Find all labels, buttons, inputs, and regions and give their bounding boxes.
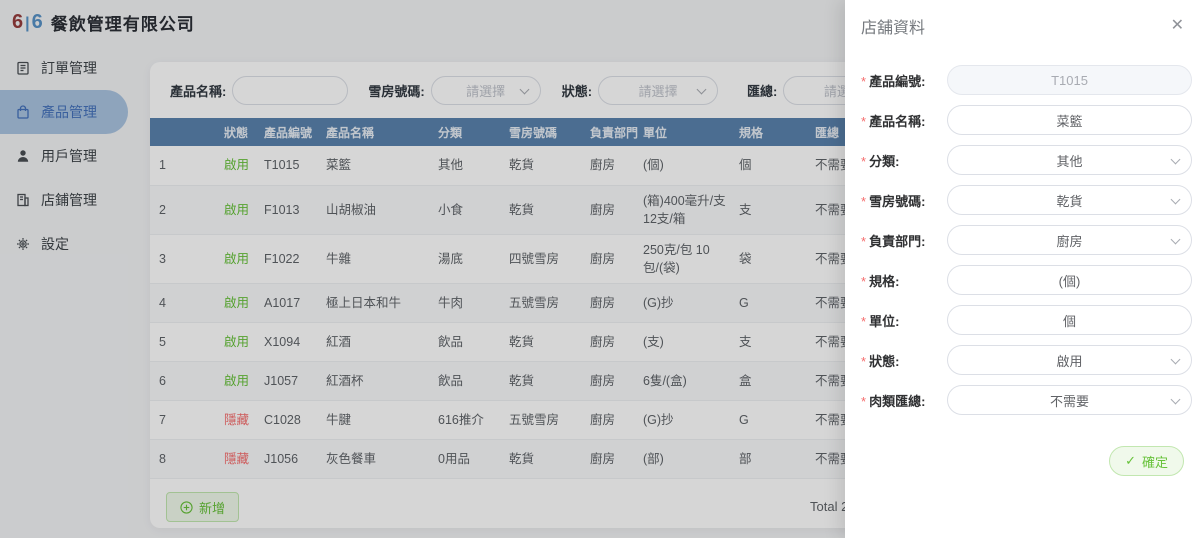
field-value: 個 bbox=[1063, 311, 1076, 330]
confirm-button[interactable]: ✓ 確定 bbox=[1109, 446, 1184, 476]
form-field-category: *分類: 其他 bbox=[861, 140, 1192, 180]
shop-detail-drawer: 店舖資料 ✕ *產品編號:T1015*產品名稱:菜籃*分類:其他*雪房號碼:乾貨… bbox=[845, 0, 1200, 538]
field-label: *負責部門: bbox=[861, 231, 947, 250]
meat-summary-select[interactable]: 不需要 bbox=[947, 385, 1192, 415]
field-label-text: 規格: bbox=[869, 274, 899, 289]
field-label: *分類: bbox=[861, 151, 947, 170]
field-label: *規格: bbox=[861, 271, 947, 290]
required-asterisk: * bbox=[861, 354, 866, 369]
chevron-down-icon bbox=[1171, 235, 1181, 245]
confirm-button-label: 確定 bbox=[1142, 452, 1168, 471]
form-field-meat-summary: *肉類匯總: 不需要 bbox=[861, 380, 1192, 420]
chevron-down-icon bbox=[1171, 155, 1181, 165]
field-label-text: 負責部門: bbox=[869, 234, 925, 249]
field-label-text: 狀態: bbox=[869, 354, 899, 369]
field-label: *產品名稱: bbox=[861, 111, 947, 130]
field-value: 乾貨 bbox=[1056, 191, 1082, 210]
form-field-department: *負責部門: 廚房 bbox=[861, 220, 1192, 260]
field-value: 啟用 bbox=[1056, 351, 1082, 370]
check-icon: ✓ bbox=[1125, 453, 1136, 469]
form-field-freezer: *雪房號碼: 乾貨 bbox=[861, 180, 1192, 220]
field-label-text: 分類: bbox=[869, 154, 899, 169]
field-label: *產品編號: bbox=[861, 71, 947, 90]
field-label: *單位: bbox=[861, 311, 947, 330]
drawer-actions: ✓ 確定 bbox=[861, 420, 1192, 476]
field-value: 其他 bbox=[1056, 151, 1082, 170]
chevron-down-icon bbox=[1171, 395, 1181, 405]
field-label-text: 肉類匯總: bbox=[869, 394, 925, 409]
form-field-status: *狀態: 啟用 bbox=[861, 340, 1192, 380]
form-field-product-code: *產品編號: T1015 bbox=[861, 60, 1192, 100]
required-asterisk: * bbox=[861, 154, 866, 169]
spec-input[interactable]: (個) bbox=[947, 265, 1192, 295]
required-asterisk: * bbox=[861, 74, 866, 89]
form-field-product-name: *產品名稱: 菜籃 bbox=[861, 100, 1192, 140]
department-select[interactable]: 廚房 bbox=[947, 225, 1192, 255]
field-label-text: 單位: bbox=[869, 314, 899, 329]
product-code-input: T1015 bbox=[947, 65, 1192, 95]
product-name-input[interactable]: 菜籃 bbox=[947, 105, 1192, 135]
unit-input[interactable]: 個 bbox=[947, 305, 1192, 335]
required-asterisk: * bbox=[861, 234, 866, 249]
category-select[interactable]: 其他 bbox=[947, 145, 1192, 175]
form-field-spec: *規格: (個) bbox=[861, 260, 1192, 300]
required-asterisk: * bbox=[861, 114, 866, 129]
chevron-down-icon bbox=[1171, 355, 1181, 365]
required-asterisk: * bbox=[861, 314, 866, 329]
field-label: *狀態: bbox=[861, 351, 947, 370]
field-value: 廚房 bbox=[1056, 231, 1082, 250]
field-value: (個) bbox=[1059, 271, 1081, 290]
drawer-header: 店舖資料 ✕ bbox=[845, 0, 1200, 38]
field-label-text: 雪房號碼: bbox=[869, 194, 925, 209]
field-value: 不需要 bbox=[1050, 391, 1089, 410]
required-asterisk: * bbox=[861, 394, 866, 409]
field-value: 菜籃 bbox=[1056, 111, 1082, 130]
chevron-down-icon bbox=[1171, 195, 1181, 205]
drawer-title: 店舖資料 bbox=[861, 14, 925, 38]
field-label-text: 產品名稱: bbox=[869, 114, 925, 129]
field-label-text: 產品編號: bbox=[869, 74, 925, 89]
close-icon[interactable]: ✕ bbox=[1171, 18, 1184, 34]
field-label: *肉類匯總: bbox=[861, 391, 947, 410]
freezer-select[interactable]: 乾貨 bbox=[947, 185, 1192, 215]
field-label: *雪房號碼: bbox=[861, 191, 947, 210]
status-select[interactable]: 啟用 bbox=[947, 345, 1192, 375]
required-asterisk: * bbox=[861, 194, 866, 209]
field-value: T1015 bbox=[1051, 73, 1088, 88]
form-field-unit: *單位: 個 bbox=[861, 300, 1192, 340]
required-asterisk: * bbox=[861, 274, 866, 289]
